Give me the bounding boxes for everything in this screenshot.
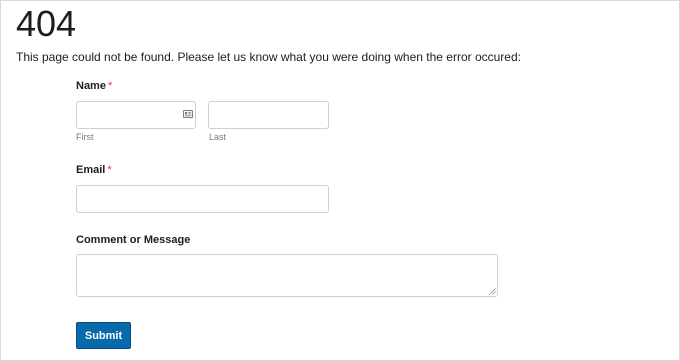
email-required-mark: *: [107, 164, 112, 176]
name-label: Name *: [76, 80, 112, 93]
comment-textarea[interactable]: [76, 254, 498, 297]
last-name-input[interactable]: [208, 101, 329, 129]
email-input[interactable]: [76, 185, 329, 213]
comment-label: Comment or Message: [76, 234, 191, 246]
name-required-mark: *: [107, 80, 113, 92]
first-name-sublabel: First: [76, 132, 94, 142]
page-title: 404: [16, 3, 77, 44]
resize-grip-icon[interactable]: [489, 288, 496, 295]
email-label-text: Email: [76, 164, 106, 176]
name-label-text: Name: [76, 80, 106, 92]
email-label: Email *: [76, 164, 112, 177]
first-name-input[interactable]: [76, 101, 196, 129]
last-name-sublabel: Last: [209, 132, 227, 142]
contact-card-icon: [183, 110, 193, 118]
error-message: This page could not be found. Please let…: [16, 50, 521, 64]
submit-button[interactable]: Submit: [76, 322, 131, 349]
